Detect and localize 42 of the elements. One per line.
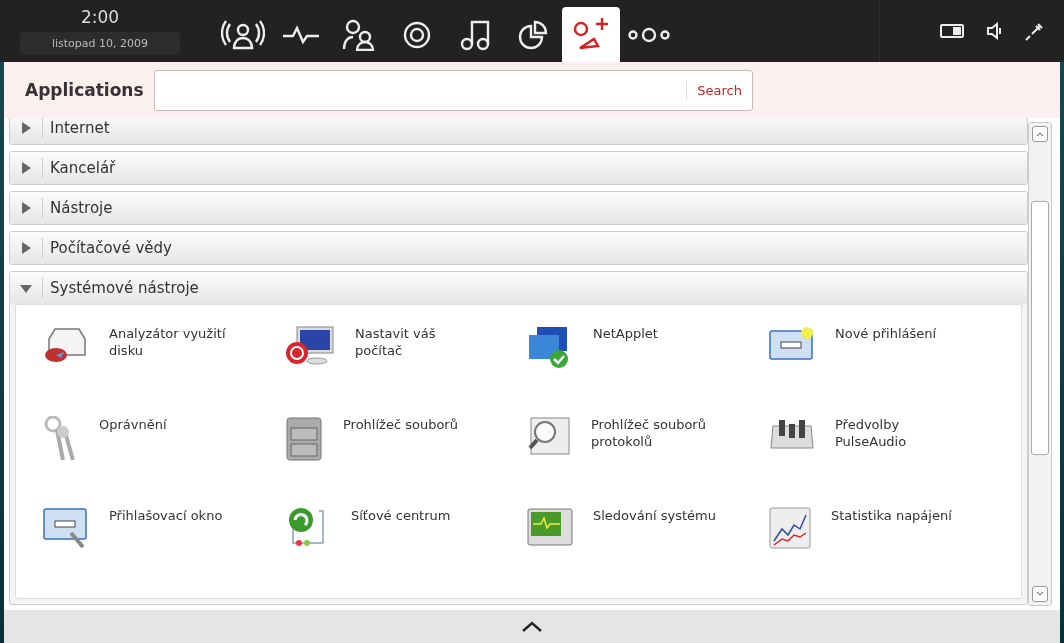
page-title: Applications [25, 80, 145, 100]
speaker-icon[interactable] [986, 22, 1004, 40]
users-icon [342, 18, 376, 51]
target-icon [402, 19, 432, 50]
pie-chart-icon [518, 19, 548, 50]
category-header[interactable]: Kancelář [10, 152, 1027, 184]
category-header[interactable]: Nástroje [10, 192, 1027, 224]
scrollbar[interactable] [1028, 122, 1052, 606]
app-launcher[interactable]: Statistika napájení [769, 507, 989, 567]
app-launcher[interactable]: Předvolby PulseAudio [769, 416, 989, 476]
search-button[interactable]: Search [686, 80, 752, 100]
app-launcher[interactable]: Analyzátor využití disku [43, 325, 263, 385]
scroll-up-icon[interactable] [1036, 131, 1044, 137]
app-launcher[interactable]: Sledování systému [527, 507, 747, 567]
music-note-icon [460, 18, 490, 51]
login-window-wrench-icon [43, 507, 89, 549]
line-graph-icon [769, 507, 811, 549]
magnifier-document-icon [527, 416, 571, 458]
clock-time: 2:00 [80, 7, 120, 27]
pulse-icon [282, 24, 320, 45]
app-launcher[interactable]: Prohlížeč souborů [285, 416, 505, 476]
oscilloscope-icon [527, 507, 573, 547]
category-header[interactable]: Počítačové vědy [10, 232, 1027, 264]
app-launcher[interactable]: Nové přihlášení [769, 325, 989, 385]
app-launcher[interactable]: Prohlížeč souborů protokolů [527, 416, 747, 476]
chevron-up-icon[interactable] [521, 620, 543, 633]
hard-drive-icon [43, 325, 89, 363]
monitor-icon [285, 325, 335, 367]
app-launcher[interactable]: Oprávnění [43, 416, 263, 476]
app-launcher[interactable]: Přihlašovací okno [43, 507, 263, 567]
category-header[interactable]: Systémové nástroje [10, 272, 1027, 304]
battery-icon[interactable] [940, 23, 966, 39]
category-header[interactable]: Internet [10, 118, 1027, 144]
app-launcher[interactable]: Síťové centrum [285, 507, 505, 567]
app-launcher[interactable]: NetApplet [527, 325, 747, 385]
app-launcher[interactable]: Nastavit váš počítač [285, 325, 505, 385]
file-cabinet-icon [285, 416, 323, 462]
clock-date: listopad 10, 2009 [20, 32, 180, 55]
scroll-down-icon[interactable] [1036, 591, 1044, 597]
login-window-icon [769, 325, 815, 361]
search-field[interactable]: Search [154, 69, 753, 111]
more-dots-icon [628, 26, 670, 43]
